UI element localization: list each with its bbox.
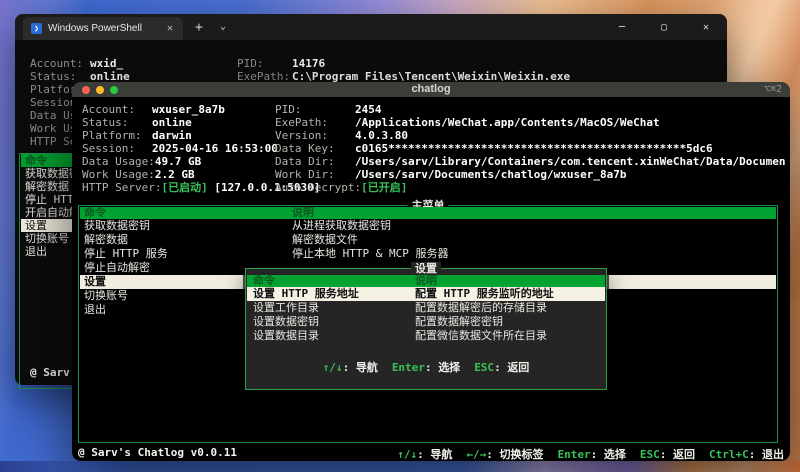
dialog-header-row: 命令 说明	[247, 275, 605, 287]
new-tab-button[interactable]: +	[195, 20, 203, 35]
info-label: Data Dir:	[275, 155, 335, 168]
column-header-command: 命令	[253, 274, 275, 287]
info-row: Account: wxuser_8a7b PID: 2454	[82, 103, 786, 116]
dialog-row-selected[interactable]: 设置 HTTP 服务地址 配置 HTTP 服务监听的地址	[247, 287, 605, 301]
http-server-status: [已启动]	[161, 181, 208, 194]
info-row: Work Usage:2.2 GB Work Dir: /Users/sarv/D…	[82, 168, 786, 181]
info-value: wxid_	[90, 57, 124, 70]
app-version-text: @ Sarv's Chatlog v0.0.11	[78, 446, 237, 459]
tab-title: Windows PowerShell	[48, 23, 142, 34]
info-label: Work Dir:	[275, 168, 335, 181]
info-row: Account: wxid_ PID: 14176	[30, 57, 719, 70]
menu-header-row: 命令 说明	[80, 207, 776, 219]
info-row: Session: 2025-04-16 16:53:00 Data Key: c01…	[82, 142, 786, 155]
info-value: /Users/sarv/Library/Containers/com.tence…	[355, 155, 786, 168]
info-label: Status:	[82, 116, 129, 129]
window-title: chatlog	[411, 83, 451, 95]
info-value: 4.0.3.80	[355, 129, 408, 142]
menu-row[interactable]: 获取数据密钥 从进程获取数据密钥	[80, 219, 776, 233]
powershell-icon: ❯	[31, 23, 42, 34]
info-label: PID:	[237, 57, 264, 70]
tab-close-icon[interactable]: ✕	[165, 23, 175, 34]
tab-dropdown-icon[interactable]: ⌄	[220, 21, 226, 32]
close-button[interactable]: ✕	[685, 14, 727, 40]
info-value: /Applications/WeChat.app/Contents/MacOS/…	[355, 116, 660, 129]
info-value: wxuser_8a7b	[152, 103, 225, 116]
dialog-key-hints: ↑/↓: 导航 Enter: 选择 ESC: 返回	[322, 361, 530, 374]
info-value: c0165***********************************…	[355, 142, 713, 155]
info-label: HTTP Server:	[82, 181, 162, 194]
info-value: darwin	[152, 129, 192, 142]
info-label: Account:	[82, 103, 135, 116]
info-value: 2454	[355, 103, 382, 116]
window-shortcut: ⌥⌘2	[763, 84, 782, 95]
status-key-hints: ↑/↓: 导航 ←/→: 切换标签 Enter: 选择 ESC: 返回 Ctrl…	[397, 448, 784, 461]
column-header-description: 说明	[292, 206, 314, 219]
info-row-http-server: HTTP Server:[已启动] [127.0.0.1:5030] Auto …	[82, 181, 786, 194]
info-value: online	[152, 116, 192, 129]
menu-row[interactable]: 解密数据 解密数据文件	[80, 233, 776, 247]
info-label: Data Key:	[275, 142, 335, 155]
column-header-description: 说明	[415, 274, 437, 287]
maximize-button[interactable]: ▢	[643, 14, 685, 40]
info-row: Platform: darwin Version: 4.0.3.80	[82, 129, 786, 142]
info-label: Version:	[275, 129, 328, 142]
info-label: Data Usage:	[82, 155, 155, 168]
info-label: PID:	[275, 103, 302, 116]
info-row: Data Usage:49.7 GB Data Dir: /Users/sarv/…	[82, 155, 786, 168]
info-label: Work Usage:	[82, 168, 155, 181]
info-value: 49.7 GB	[154, 155, 202, 168]
tab-bar: ❯ Windows PowerShell ✕ + ⌄ ─ ▢ ✕	[15, 14, 727, 40]
window-controls: ─ ▢ ✕	[601, 14, 727, 40]
status-bar: @ Sarv's Chatlog v0.0.11 ↑/↓: 导航 ←/→: 切换…	[72, 444, 790, 461]
auto-decrypt-status: [已开启]	[361, 181, 408, 194]
info-value: 2.2 GB	[154, 168, 195, 181]
dialog-row[interactable]: 设置工作目录 配置数据解密后的存储目录	[247, 301, 605, 315]
dialog-row[interactable]: 设置数据目录 配置微信数据文件所在目录	[247, 329, 605, 343]
tab-windows-powershell[interactable]: ❯ Windows PowerShell ✕	[23, 17, 183, 40]
info-label: Auto Decrypt:	[275, 181, 362, 194]
settings-dialog: 设置 命令 说明 设置 HTTP 服务地址 配置 HTTP 服务监听的地址 设置工…	[245, 262, 607, 390]
dialog-row[interactable]: 设置数据密钥 配置数据解密密钥	[247, 315, 605, 329]
info-label: Account:	[30, 57, 83, 70]
column-header-command: 命令	[84, 206, 106, 219]
minimize-button[interactable]: ─	[601, 14, 643, 40]
info-value: 2025-04-16 16:53:00	[152, 142, 278, 155]
info-value: /Users/sarv/Documents/chatlog/wxuser_8a7…	[355, 168, 627, 181]
info-value: 14176	[292, 57, 326, 70]
info-label: Platform:	[82, 129, 142, 142]
info-label: ExePath:	[275, 116, 328, 129]
info-label: Session:	[82, 142, 135, 155]
menu-row[interactable]: 停止 HTTP 服务 停止本地 HTTP & MCP 服务器	[80, 247, 776, 261]
chatlog-window: chatlog ⌥⌘2 Account: wxuser_8a7b PID: 2454…	[72, 82, 790, 461]
info-row: Status: online ExePath: /Applications/WeCh…	[82, 116, 786, 129]
title-bar[interactable]: chatlog ⌥⌘2	[72, 82, 790, 97]
